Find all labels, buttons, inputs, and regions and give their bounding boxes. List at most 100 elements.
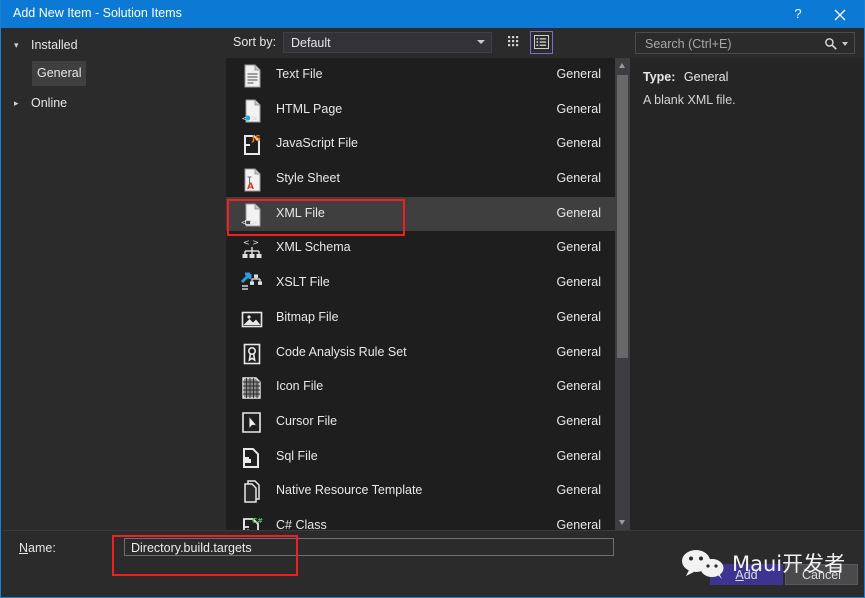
scroll-down-button[interactable] — [615, 515, 630, 530]
list-scrollbar[interactable] — [615, 58, 630, 530]
search-area — [630, 28, 864, 58]
list-view-button[interactable] — [530, 31, 553, 54]
sidebar-item-general[interactable]: General — [32, 61, 87, 86]
xml-schema-icon: < > — [239, 236, 265, 262]
xslt-file-icon — [239, 271, 265, 297]
triangle-down-icon — [619, 520, 625, 525]
table-row[interactable]: Text File General — [226, 58, 615, 93]
csharp-class-icon: C# — [239, 514, 265, 530]
table-cell-name: C# Class — [276, 517, 327, 530]
table-cell-category: General — [556, 101, 601, 116]
sidebar-item-installed[interactable]: ▾ Installed — [14, 33, 83, 55]
preview-type-value: General — [683, 70, 729, 84]
sidebar-item-online[interactable]: ▸ Online — [14, 91, 72, 113]
table-cell-category: General — [556, 171, 601, 186]
window-title: Add New Item - Solution Items — [13, 6, 182, 20]
title-bar: Add New Item - Solution Items ? — [1, 0, 864, 28]
svg-text:<: < — [241, 218, 248, 227]
table-row[interactable]: Sql File General — [226, 439, 615, 475]
sidebar-item-installed-label: Installed — [31, 38, 78, 52]
triangle-up-icon — [619, 63, 625, 68]
preview-description: A blank XML file. — [643, 93, 736, 107]
svg-text:>: > — [251, 218, 258, 227]
table-cell-name: XML Schema — [276, 240, 351, 255]
scroll-up-button[interactable] — [615, 58, 630, 73]
grid-view-button[interactable] — [503, 31, 526, 54]
table-cell-category: General — [556, 517, 601, 530]
table-cell-category: General — [556, 379, 601, 394]
help-button[interactable]: ? — [778, 0, 818, 28]
search-input[interactable] — [643, 36, 822, 52]
table-row[interactable]: A Style Sheet General — [226, 162, 615, 197]
close-icon — [834, 9, 846, 21]
item-templates-list[interactable]: Text File General < > HTML Page General — [226, 58, 630, 530]
sort-by-value: Default — [291, 36, 331, 50]
table-cell-category: General — [556, 136, 601, 151]
chevron-down-icon[interactable] — [842, 42, 848, 46]
svg-text:< >: < > — [243, 238, 259, 247]
name-label: Name: — [19, 541, 56, 555]
table-cell-category: General — [556, 344, 601, 359]
sidebar-item-general-label: General — [32, 61, 87, 86]
table-row[interactable]: Cursor File General — [226, 404, 615, 440]
table-row[interactable]: C# C# Class General — [226, 508, 615, 530]
html-page-icon: < > — [239, 98, 265, 124]
sql-file-icon — [239, 445, 265, 471]
grid-view-icon — [508, 36, 519, 47]
chevron-down-icon: ▾ — [14, 39, 19, 50]
svg-text:>: > — [251, 114, 258, 123]
table-row[interactable]: XSLT File General — [226, 266, 615, 301]
search-icon[interactable] — [824, 37, 838, 51]
table-row[interactable]: < > XML Schema General — [226, 231, 615, 267]
svg-text:A: A — [247, 182, 254, 192]
table-cell-name: XSLT File — [276, 275, 330, 290]
chevron-right-icon: ▸ — [14, 97, 19, 108]
table-cell-name: Bitmap File — [276, 309, 339, 324]
categories-tree: ▾ Installed General ▸ Online — [2, 28, 226, 530]
table-cell-category: General — [556, 240, 601, 255]
table-cell-name: Native Resource Template — [276, 483, 423, 498]
table-row[interactable]: JS JavaScript File General — [226, 127, 615, 163]
code-analysis-rule-set-icon — [239, 341, 265, 367]
table-row[interactable]: < > HTML Page General — [226, 92, 615, 128]
table-cell-category: General — [556, 309, 601, 324]
table-cell-name: Cursor File — [276, 413, 338, 428]
cursor-file-icon — [239, 410, 265, 436]
table-cell-category: General — [556, 275, 601, 290]
icon-file-icon — [239, 375, 265, 401]
table-cell-name: JavaScript File — [276, 136, 358, 151]
dialog-footer: Name: Add Cancel — [2, 530, 864, 597]
name-label-accelerator: N — [19, 541, 29, 555]
table-row[interactable]: Icon File General — [226, 370, 615, 405]
list-toolbar: Sort by: Default — [226, 28, 630, 58]
table-cell-name: Style Sheet — [276, 171, 340, 186]
table-row[interactable]: Native Resource Template General — [226, 474, 615, 509]
table-cell-name: HTML Page — [276, 101, 343, 116]
table-row[interactable]: Bitmap File General — [226, 300, 615, 336]
name-input[interactable] — [129, 539, 603, 557]
template-preview-panel: Type: General A blank XML file. — [630, 58, 864, 530]
table-cell-category: General — [556, 483, 601, 498]
table-cell-category: General — [556, 413, 601, 428]
table-cell-name: Sql File — [276, 448, 318, 463]
table-row[interactable]: Code Analysis Rule Set General — [226, 335, 615, 371]
javascript-file-icon: JS — [239, 132, 265, 158]
native-resource-template-icon — [239, 479, 265, 505]
style-sheet-icon: A — [239, 167, 265, 193]
add-button-accelerator: A — [735, 568, 744, 582]
svg-text:<: < — [242, 114, 249, 123]
sort-by-dropdown[interactable]: Default — [283, 32, 492, 53]
search-box[interactable] — [635, 32, 855, 54]
list-view-icon — [534, 35, 549, 49]
svg-text:C#: C# — [252, 517, 263, 525]
cancel-button[interactable]: Cancel — [785, 564, 858, 585]
preview-type-label: Type: — [643, 70, 676, 84]
scrollbar-thumb[interactable] — [617, 75, 628, 358]
add-button[interactable]: Add — [710, 564, 783, 585]
sort-by-label: Sort by: — [233, 35, 277, 49]
table-cell-name: Code Analysis Rule Set — [276, 344, 407, 359]
name-input-box[interactable] — [124, 538, 614, 557]
table-row-xml-file[interactable]: < > XML File General — [226, 196, 615, 232]
close-button[interactable] — [820, 0, 860, 28]
preview-type-row: Type: General — [643, 70, 728, 84]
